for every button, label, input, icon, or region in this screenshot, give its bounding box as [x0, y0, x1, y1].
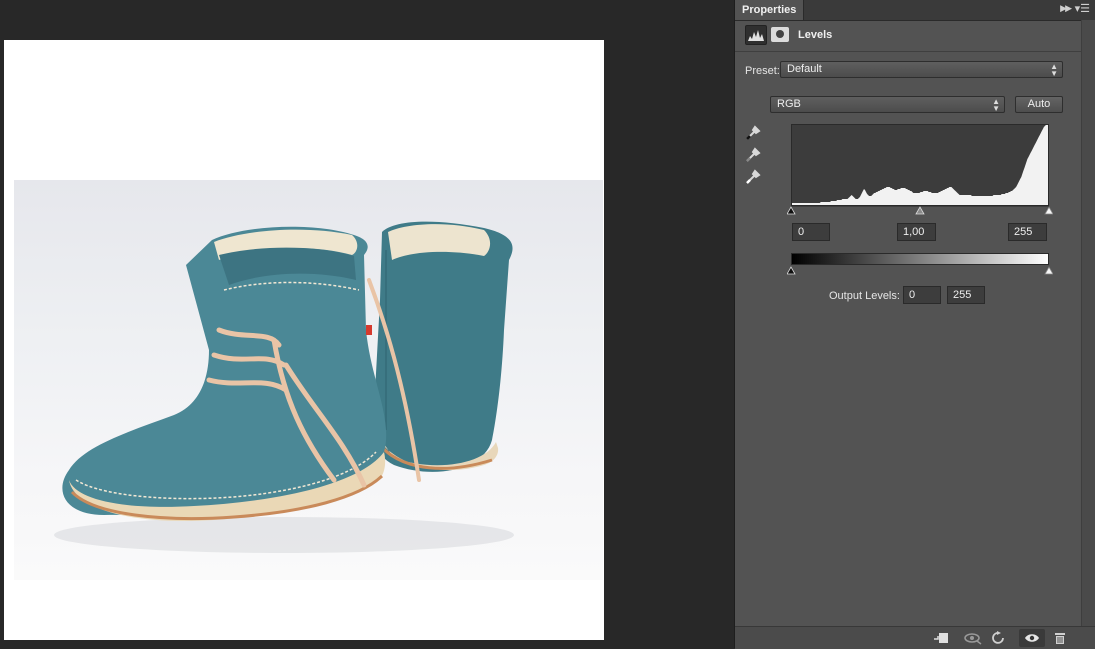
output-levels-gradient: [791, 253, 1049, 265]
input-levels-slider[interactable]: [787, 205, 1053, 215]
levels-histogram-icon[interactable]: [745, 25, 767, 45]
updown-arrows-icon: ▲ ▼: [1050, 62, 1058, 78]
input-white-field[interactable]: 255: [1008, 223, 1047, 241]
adjustment-title: Levels: [798, 29, 833, 41]
gray-point-eyedropper-icon[interactable]: [744, 146, 762, 164]
clip-to-layer-icon[interactable]: [933, 631, 949, 645]
input-gamma-handle[interactable]: [915, 206, 925, 215]
output-black-field[interactable]: 0: [903, 286, 941, 304]
view-previous-state-icon[interactable]: [964, 631, 982, 645]
output-white-handle[interactable]: [1044, 266, 1053, 275]
input-black-point-handle[interactable]: [787, 206, 796, 215]
visibility-eye-icon[interactable]: [1019, 629, 1045, 647]
output-levels-slider[interactable]: [787, 265, 1053, 275]
preset-value: Default: [787, 63, 822, 75]
preset-label: Preset:: [745, 65, 780, 77]
auto-button[interactable]: Auto: [1015, 96, 1063, 113]
channel-dropdown[interactable]: RGB ▲ ▼: [770, 96, 1005, 113]
preset-dropdown[interactable]: Default ▲ ▼: [780, 61, 1063, 78]
output-black-handle[interactable]: [787, 266, 796, 275]
black-point-eyedropper-icon[interactable]: [744, 124, 762, 142]
updown-arrows-icon: ▲ ▼: [992, 97, 1000, 113]
adjustment-header: Levels: [735, 20, 1081, 52]
panel-tab-bar: Properties ▶▶ ▾☰: [735, 0, 1095, 21]
input-black-field[interactable]: 0: [792, 223, 830, 241]
channel-value: RGB: [777, 98, 801, 110]
double-chevron-right-icon[interactable]: ▶▶: [1060, 3, 1072, 14]
output-levels-label: Output Levels:: [829, 290, 900, 302]
trash-icon[interactable]: [1052, 631, 1068, 645]
levels-histogram: [791, 124, 1049, 206]
layer-mask-icon[interactable]: [771, 27, 789, 42]
boots-photo: [14, 180, 603, 580]
properties-panel: Properties ▶▶ ▾☰ Levels Preset: Default …: [734, 0, 1095, 649]
output-white-field[interactable]: 255: [947, 286, 985, 304]
panel-scrollbar[interactable]: [1081, 20, 1095, 626]
input-white-point-handle[interactable]: [1044, 206, 1053, 215]
input-gamma-field[interactable]: 1,00: [897, 223, 936, 241]
tab-properties[interactable]: Properties: [735, 0, 805, 20]
panel-bottom-toolbar: [735, 626, 1095, 649]
document-canvas[interactable]: [4, 40, 604, 640]
histogram-shape: [792, 125, 1048, 205]
reset-icon[interactable]: [991, 631, 1007, 645]
panel-menu-icon[interactable]: ▾☰: [1075, 2, 1090, 15]
white-point-eyedropper-icon[interactable]: [744, 168, 762, 186]
